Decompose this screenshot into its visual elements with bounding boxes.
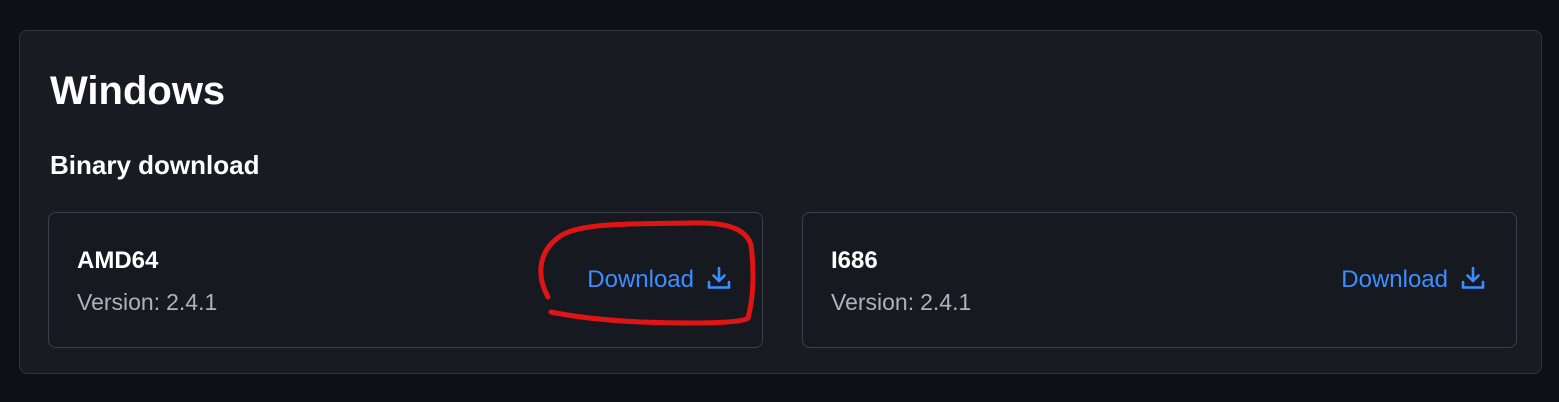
download-icon bbox=[706, 265, 732, 291]
section-title: Windows bbox=[50, 69, 226, 113]
section-subtitle: Binary download bbox=[50, 150, 260, 180]
build-arch-label: AMD64 bbox=[77, 247, 159, 274]
download-icon bbox=[1460, 265, 1486, 291]
download-button-i686[interactable]: Download bbox=[1341, 265, 1486, 295]
version-label: Version: bbox=[831, 289, 915, 315]
windows-section: Windows Binary download AMD64 Version: 2.… bbox=[19, 30, 1542, 374]
build-card-i686: I686 Version: 2.4.1 Download bbox=[802, 212, 1517, 348]
build-version: Version: 2.4.1 bbox=[77, 287, 217, 317]
build-version: Version: 2.4.1 bbox=[831, 287, 971, 317]
version-value: 2.4.1 bbox=[920, 289, 972, 315]
version-label: Version: bbox=[77, 289, 161, 315]
version-value: 2.4.1 bbox=[166, 289, 218, 315]
build-card-amd64: AMD64 Version: 2.4.1 Download bbox=[48, 212, 763, 348]
download-button-amd64[interactable]: Download bbox=[587, 265, 732, 295]
build-arch-label: I686 bbox=[831, 247, 878, 274]
download-label: Download bbox=[587, 266, 694, 293]
download-label: Download bbox=[1341, 266, 1448, 293]
